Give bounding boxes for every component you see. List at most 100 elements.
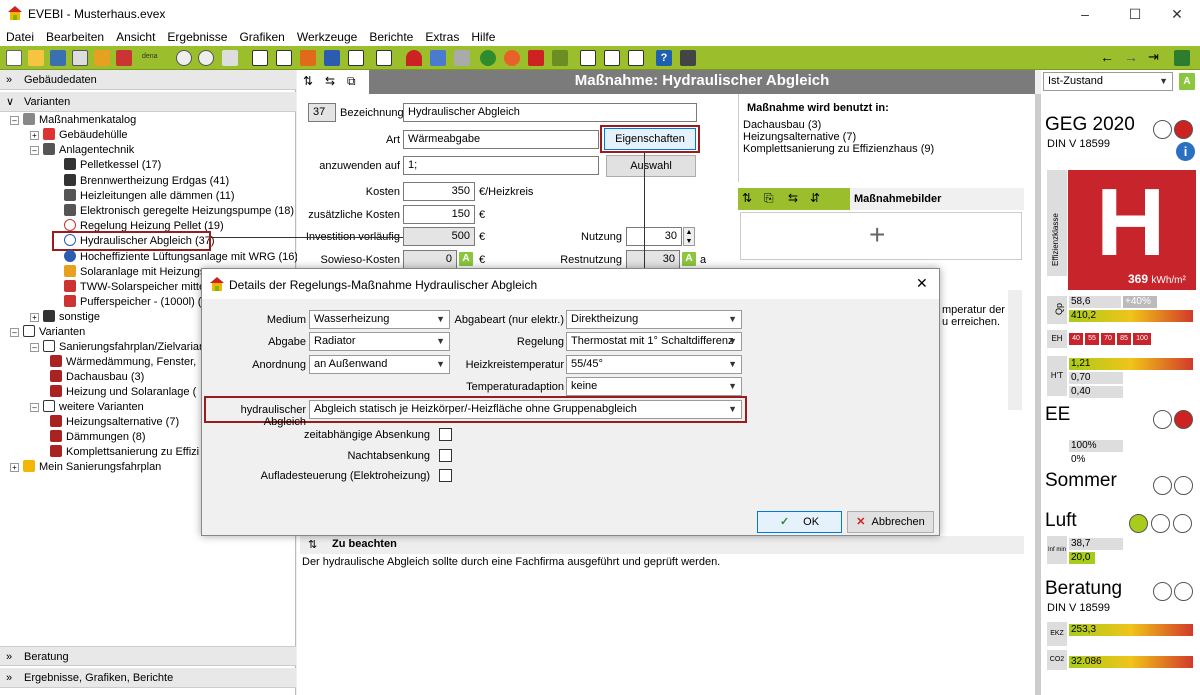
tree-item-massnahmenkatalog[interactable]: – Maßnahmenkatalog — [10, 113, 136, 128]
sum-blue-icon[interactable] — [324, 50, 340, 66]
collapse-icon[interactable]: – — [30, 403, 39, 412]
collapse-icon[interactable]: – — [10, 116, 19, 125]
tree-item-heizung-solar[interactable]: Heizung und Solaranlage ( — [50, 385, 196, 400]
nutzung-stepper[interactable]: ▲ ▼ — [683, 227, 695, 246]
report3-icon[interactable] — [628, 50, 644, 66]
redo-icon[interactable] — [198, 50, 214, 66]
tree-item-mein-sanierungsfahrplan[interactable]: + Mein Sanierungsfahrplan — [10, 460, 161, 475]
tree-item-solaranlage[interactable]: Solaranlage mit Heizungsun — [64, 265, 218, 280]
kosten-input[interactable]: 350 — [403, 182, 475, 201]
sort-icon[interactable]: ⇅ — [308, 538, 317, 551]
ok-button[interactable]: ✓ OK — [757, 511, 842, 533]
tree-item-sonstige[interactable]: + sonstige — [30, 310, 100, 325]
used-in-item[interactable]: Komplettsanierung zu Effizienzhaus (9) — [743, 143, 934, 155]
collapse-icon[interactable]: – — [10, 328, 19, 337]
arrow-right-icon[interactable]: → — [1124, 49, 1138, 65]
tree-item-pelletkessel[interactable]: Pelletkessel (17) — [64, 158, 161, 173]
new-file-icon[interactable] — [6, 50, 22, 66]
sun-icon[interactable] — [504, 50, 520, 66]
a-badge-icon[interactable]: A — [682, 252, 696, 266]
abgabe-select[interactable]: Radiator ▼ — [309, 332, 450, 351]
menu-datei[interactable]: Datei — [0, 28, 40, 46]
collapse-icon[interactable]: – — [30, 146, 39, 155]
help-icon[interactable]: ? — [656, 50, 672, 66]
anordnung-select[interactable]: an Außenwand ▼ — [309, 355, 450, 374]
nutzung-input[interactable]: 30 — [626, 227, 682, 246]
undo-icon[interactable] — [176, 50, 192, 66]
zeitabhaengige-absenkung-checkbox[interactable] — [439, 428, 452, 441]
fire-icon[interactable] — [528, 50, 544, 66]
open-folder-icon[interactable] — [28, 50, 44, 66]
dialog-close-icon[interactable]: ✕ — [916, 275, 928, 292]
wand-icon[interactable] — [222, 50, 238, 66]
calculator-icon[interactable] — [680, 50, 696, 66]
paste-icon[interactable]: ⎘ — [764, 191, 774, 206]
auswahl-button[interactable]: Auswahl — [606, 155, 696, 177]
description-scrollbar[interactable] — [1008, 290, 1022, 410]
menu-ergebnisse[interactable]: Ergebnisse — [161, 28, 233, 46]
tree-item-daemmungen[interactable]: Dämmungen (8) — [50, 430, 145, 445]
tree-item-waermedaemmung[interactable]: Wärmedämmung, Fenster, — [50, 355, 196, 370]
close-window-button[interactable]: ✕ — [1154, 0, 1200, 28]
expand-icon[interactable]: + — [10, 463, 19, 472]
cancel-button[interactable]: ✕ Abbrechen — [847, 511, 934, 533]
section-beratung[interactable]: » Beratung — [0, 646, 296, 666]
menu-berichte[interactable]: Berichte — [363, 28, 419, 46]
sort-alt-icon[interactable]: ⇆ — [325, 74, 335, 88]
menu-ansicht[interactable]: Ansicht — [110, 28, 161, 46]
tree-item-varianten[interactable]: – Varianten — [10, 325, 85, 340]
menu-hilfe[interactable]: Hilfe — [465, 28, 501, 46]
temperaturadaption-select[interactable]: keine ▼ — [566, 377, 742, 396]
menu-bearbeiten[interactable]: Bearbeiten — [40, 28, 110, 46]
section-ergebnisse[interactable]: » Ergebnisse, Grafiken, Berichte — [0, 668, 296, 688]
sort-down-icon[interactable]: ⇵ — [810, 191, 820, 205]
arrow-left-icon[interactable]: ← — [1100, 49, 1114, 65]
report2-icon[interactable] — [604, 50, 620, 66]
copy-icon[interactable]: ⧉ — [347, 74, 356, 89]
tree-item-dachausbau[interactable]: Dachausbau (3) — [50, 370, 144, 385]
print-icon[interactable] — [72, 50, 88, 66]
hydraulischer-abgleich-select[interactable]: Abgleich statisch je Heizkörper/-Heizflä… — [309, 400, 742, 419]
chart-icon[interactable] — [1174, 50, 1190, 66]
state-select[interactable]: Ist-Zustand ▼ — [1043, 72, 1173, 91]
aufladesteuerung-checkbox[interactable] — [439, 469, 452, 482]
tree-item-heizungspumpe[interactable]: Elektronisch geregelte Heizungspumpe (18… — [64, 204, 294, 219]
tree-item-anlagentechnik[interactable]: – Anlagentechnik — [30, 143, 134, 158]
goto-end-icon[interactable]: ⇥ — [1148, 49, 1159, 65]
collapse-icon[interactable]: – — [30, 343, 39, 352]
calc-icon[interactable] — [376, 50, 392, 66]
nachtabsenkung-checkbox[interactable] — [439, 449, 452, 462]
report-icon[interactable] — [580, 50, 596, 66]
used-in-item[interactable]: Heizungsalternative (7) — [743, 131, 856, 143]
table-icon[interactable] — [348, 50, 364, 66]
tree-item-weitere-varianten[interactable]: – weitere Varianten — [30, 400, 144, 415]
regelung-select[interactable]: Thermostat mit 1° Schaltdifferenz ▼ — [566, 332, 742, 351]
a-badge-icon[interactable]: A — [459, 252, 473, 266]
sum-orange-icon[interactable] — [300, 50, 316, 66]
globe-icon[interactable] — [480, 50, 496, 66]
window-icon[interactable] — [430, 50, 446, 66]
abgabeart-select[interactable]: Direktheizung ▼ — [566, 310, 742, 329]
info-icon[interactable]: i — [1176, 142, 1195, 161]
sort-icon[interactable]: ⇅ — [742, 191, 752, 205]
tree-item-heizungsalternative[interactable]: Heizungsalternative (7) — [50, 415, 179, 430]
heizkreistemperatur-select[interactable]: 55/45° ▼ — [566, 355, 742, 374]
tree-item-brennwert[interactable]: Brennwertheizung Erdgas (41) — [64, 174, 229, 189]
used-in-item[interactable]: Dachausbau (3) — [743, 119, 821, 131]
menu-extras[interactable]: Extras — [419, 28, 465, 46]
menu-werkzeuge[interactable]: Werkzeuge — [291, 28, 363, 46]
sowieso-input[interactable]: 0 — [403, 250, 457, 269]
medium-select[interactable]: Wasserheizung ▼ — [309, 310, 450, 329]
plant-icon[interactable] — [552, 50, 568, 66]
wall-icon[interactable] — [454, 50, 470, 66]
menu-grafiken[interactable]: Grafiken — [233, 28, 290, 46]
add-icon[interactable]: + — [869, 219, 885, 251]
a-badge-icon[interactable]: A — [1179, 73, 1195, 90]
tree-item-gebaeudehuelle[interactable]: + Gebäudehülle — [30, 128, 128, 143]
expand-icon[interactable]: + — [30, 313, 39, 322]
import-icon[interactable] — [94, 50, 110, 66]
tree-item-pufferspeicher[interactable]: Pufferspeicher - (1000l) (1 — [64, 295, 208, 310]
bezeichnung-input[interactable]: Hydraulischer Abgleich — [403, 103, 697, 122]
tree-item-heizleitungen[interactable]: Heizleitungen alle dämmen (11) — [64, 189, 235, 204]
maximize-button[interactable]: ☐ — [1112, 0, 1158, 28]
